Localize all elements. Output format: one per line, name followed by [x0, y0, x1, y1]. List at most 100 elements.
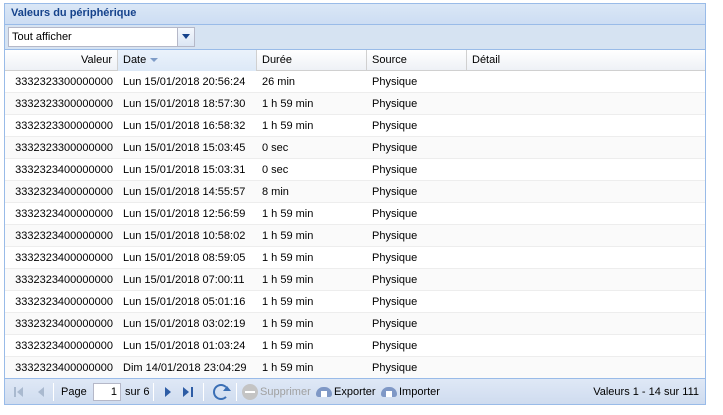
cell-date: Lun 15/01/2018 18:57:30 — [123, 98, 246, 110]
cell-date: Lun 15/01/2018 08:59:05 — [123, 252, 246, 264]
cell-value: 3332323300000000 — [15, 142, 113, 154]
grid-header: Valeur Date Durée Source Détail — [5, 50, 705, 71]
cell-value: 3332323300000000 — [15, 76, 113, 88]
cell-date: Lun 15/01/2018 12:56:59 — [123, 208, 246, 220]
cell-duration: 0 sec — [262, 142, 289, 154]
cell-duration: 1 h 59 min — [262, 318, 314, 330]
cell-duration: 1 h 59 min — [262, 208, 314, 220]
cell-value: 3332323400000000 — [15, 274, 113, 286]
table-row[interactable]: 3332323300000000 Lun 15/01/2018 15:03:45 0… — [5, 137, 705, 159]
cell-value: 3332323400000000 — [15, 208, 113, 220]
filter-toolbar: Tout afficher — [5, 25, 705, 50]
cell-value: 3332323400000000 — [15, 164, 113, 176]
cell-detail — [467, 335, 705, 356]
sort-desc-icon — [150, 58, 159, 63]
table-row[interactable]: 3332323400000000 Lun 15/01/2018 05:01:16 1… — [5, 291, 705, 313]
cell-detail — [467, 137, 705, 158]
column-header-duration[interactable]: Durée — [257, 50, 367, 71]
column-header-duration-label: Durée — [262, 54, 292, 66]
cell-detail — [467, 357, 705, 378]
table-row[interactable]: 3332323400000000 Lun 15/01/2018 15:03:31 0… — [5, 159, 705, 181]
refresh-icon[interactable] — [213, 384, 231, 400]
import-cloud-icon — [381, 387, 397, 397]
column-header-detail[interactable]: Détail — [467, 50, 707, 71]
cell-value: 3332323400000000 — [15, 318, 113, 330]
device-values-panel: Valeurs du périphérique Tout afficher Va… — [4, 3, 706, 405]
cell-duration: 1 h 59 min — [262, 120, 314, 132]
cell-value: 3332323400000000 — [15, 296, 113, 308]
cell-duration: 1 h 59 min — [262, 230, 314, 242]
column-header-value[interactable]: Valeur — [5, 50, 118, 71]
cell-duration: 1 h 59 min — [262, 98, 314, 110]
import-button-label: Importer — [399, 386, 440, 398]
cell-date: Lun 15/01/2018 16:58:32 — [123, 120, 246, 132]
cell-source: Physique — [372, 98, 418, 110]
column-header-source-label: Source — [372, 54, 407, 66]
grid-body: 3332323300000000 Lun 15/01/2018 20:56:24 2… — [5, 71, 705, 380]
cell-source: Physique — [372, 186, 418, 198]
table-row[interactable]: 3332323400000000 Dim 14/01/2018 23:04:29 1… — [5, 357, 705, 379]
cell-date: Lun 15/01/2018 14:55:57 — [123, 186, 246, 198]
cell-detail — [467, 93, 705, 114]
table-row[interactable]: 3332323400000000 Lun 15/01/2018 10:58:02 1… — [5, 225, 705, 247]
paging-toolbar: Page 1 sur 6 Supprimer Exporter Importer… — [5, 378, 705, 404]
cell-duration: 1 h 59 min — [262, 274, 314, 286]
table-row[interactable]: 3332323300000000 Lun 15/01/2018 16:58:32 1… — [5, 115, 705, 137]
next-page-icon[interactable] — [160, 384, 176, 400]
table-row[interactable]: 3332323400000000 Lun 15/01/2018 08:59:05 1… — [5, 247, 705, 269]
panel-title: Valeurs du périphérique — [11, 7, 137, 19]
cell-source: Physique — [372, 76, 418, 88]
page-count-label: sur 6 — [125, 386, 150, 398]
cell-duration: 1 h 59 min — [262, 296, 314, 308]
chevron-down-icon[interactable] — [177, 28, 194, 46]
cell-source: Physique — [372, 274, 418, 286]
cell-duration: 1 h 59 min — [262, 362, 314, 374]
first-page-icon[interactable] — [11, 384, 27, 400]
cell-value: 3332323400000000 — [15, 362, 113, 374]
cell-date: Dim 14/01/2018 23:04:29 — [123, 362, 247, 374]
cell-value: 3332323300000000 — [15, 120, 113, 132]
cell-detail — [467, 291, 705, 312]
cell-detail — [467, 313, 705, 334]
cell-date: Lun 15/01/2018 05:01:16 — [123, 296, 246, 308]
panel-header: Valeurs du périphérique — [5, 4, 705, 25]
page-label: Page — [61, 386, 87, 398]
column-header-date[interactable]: Date — [118, 50, 257, 71]
cell-detail — [467, 159, 705, 180]
cell-source: Physique — [372, 340, 418, 352]
table-row[interactable]: 3332323400000000 Lun 15/01/2018 03:02:19 1… — [5, 313, 705, 335]
cell-detail — [467, 203, 705, 224]
prev-page-icon[interactable] — [33, 384, 49, 400]
filter-select[interactable]: Tout afficher — [8, 27, 195, 47]
cell-duration: 0 sec — [262, 164, 289, 176]
cell-date: Lun 15/01/2018 15:03:45 — [123, 142, 246, 154]
separator — [203, 383, 204, 401]
column-header-source[interactable]: Source — [367, 50, 467, 71]
delete-icon — [242, 384, 258, 400]
last-page-icon[interactable] — [180, 384, 196, 400]
table-row[interactable]: 3332323300000000 Lun 15/01/2018 18:57:30 1… — [5, 93, 705, 115]
column-header-detail-label: Détail — [472, 54, 501, 66]
filter-select-value: Tout afficher — [12, 31, 72, 43]
delete-button-label: Supprimer — [260, 386, 311, 398]
cell-duration: 26 min — [262, 76, 296, 88]
page-number-input[interactable]: 1 — [93, 383, 121, 401]
export-button-label: Exporter — [334, 386, 376, 398]
column-header-value-label: Valeur — [81, 54, 112, 66]
table-row[interactable]: 3332323400000000 Lun 15/01/2018 07:00:11 1… — [5, 269, 705, 291]
table-row[interactable]: 3332323400000000 Lun 15/01/2018 12:56:59 1… — [5, 203, 705, 225]
cell-detail — [467, 115, 705, 136]
table-row[interactable]: 3332323300000000 Lun 15/01/2018 20:56:24 2… — [5, 71, 705, 93]
cell-date: Lun 15/01/2018 15:03:31 — [123, 164, 246, 176]
cell-date: Lun 15/01/2018 20:56:24 — [123, 76, 246, 88]
cell-duration: 8 min — [262, 186, 289, 198]
cell-detail — [467, 247, 705, 268]
cell-date: Lun 15/01/2018 10:58:02 — [123, 230, 246, 242]
table-row[interactable]: 3332323400000000 Lun 15/01/2018 14:55:57 8… — [5, 181, 705, 203]
cell-date: Lun 15/01/2018 03:02:19 — [123, 318, 246, 330]
cell-source: Physique — [372, 252, 418, 264]
cell-value: 3332323400000000 — [15, 340, 113, 352]
cell-detail — [467, 269, 705, 290]
table-row[interactable]: 3332323400000000 Lun 15/01/2018 01:03:24 1… — [5, 335, 705, 357]
cell-source: Physique — [372, 142, 418, 154]
